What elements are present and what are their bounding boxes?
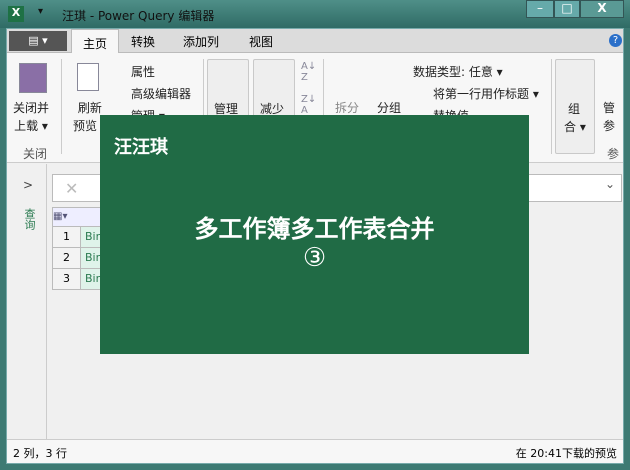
maximize-button[interactable]: □ <box>554 0 580 18</box>
row-number: 2 <box>53 248 81 268</box>
help-icon[interactable]: ? <box>609 34 622 47</box>
title-overlay: 汪汪琪 多工作簿多工作表合并 ③ <box>100 115 529 354</box>
refresh-label: 刷新 <box>77 101 102 115</box>
split-column-button[interactable]: 拆分 <box>335 99 359 116</box>
first-row-header-button[interactable]: 将第一行用作标题 ▾ <box>433 85 539 102</box>
formula-expand-icon[interactable]: ⌄ <box>605 177 615 191</box>
excel-icon: X <box>8 6 24 22</box>
data-type-dropdown[interactable]: 数据类型: 任意 ▾ <box>413 63 503 80</box>
combine-button[interactable]: 组合 ▾ <box>555 59 595 154</box>
ribbon-tabs: ▤ ▾ 主页 转换 添加列 视图 ? <box>7 29 623 54</box>
params-label-2: 参 <box>603 119 616 133</box>
queries-label: 查询 <box>23 208 36 230</box>
row-number: 3 <box>53 269 81 289</box>
close-load-button[interactable]: 关闭并上载 ▾ <box>13 99 49 135</box>
combine-label-2: 合 ▾ <box>564 120 586 134</box>
parameters-button[interactable]: 管参 <box>603 99 615 135</box>
close-load-label: 关闭并 <box>13 101 50 115</box>
file-menu-button[interactable]: ▤ ▾ <box>9 31 67 51</box>
author-label: 汪汪琪 <box>114 137 168 158</box>
properties-button[interactable]: 属性 <box>131 63 155 80</box>
status-left: 2 列，3 行 <box>13 447 67 460</box>
window-title: 汪琪 - Power Query 编辑器 <box>62 9 215 23</box>
queries-pane: > 查询 <box>7 164 47 440</box>
overlay-title: 多工作簿多工作表合并 <box>194 215 435 243</box>
cancel-formula-icon[interactable]: ✕ <box>65 179 78 198</box>
status-right: 在 20:41下载的预览 <box>515 447 617 460</box>
tab-view[interactable]: 视图 <box>249 33 273 50</box>
table-menu-icon[interactable]: ▦▾ <box>53 211 67 222</box>
close-load-label-2: 上载 ▾ <box>14 119 48 133</box>
tab-transform[interactable]: 转换 <box>131 33 155 50</box>
quick-access-dropdown[interactable]: ▾ <box>38 6 43 17</box>
params-label: 管 <box>603 101 616 115</box>
row-number: 1 <box>53 227 81 247</box>
group-by-button[interactable]: 分组 <box>377 99 401 116</box>
status-bar: 2 列，3 行 在 20:41下载的预览 <box>7 439 623 463</box>
close-load-icon <box>19 63 47 93</box>
refresh-icon <box>77 63 99 91</box>
minimize-button[interactable]: – <box>526 0 554 18</box>
tab-home[interactable]: 主页 <box>71 29 119 54</box>
advanced-editor-button[interactable]: 高级编辑器 <box>131 85 191 102</box>
combine-label: 组 <box>568 102 581 116</box>
sort-icon[interactable]: A↓ Z Z↓ A <box>301 61 316 116</box>
tab-add-column[interactable]: 添加列 <box>183 33 219 50</box>
overlay-number: ③ <box>302 243 327 273</box>
group-params-label: 参 <box>607 147 620 161</box>
close-button[interactable]: X <box>580 0 624 18</box>
title-bar: X ▾ 汪琪 - Power Query 编辑器 – □ X <box>0 0 630 28</box>
expand-pane-button[interactable]: > <box>23 178 33 192</box>
group-close-label: 关闭 <box>23 147 48 161</box>
